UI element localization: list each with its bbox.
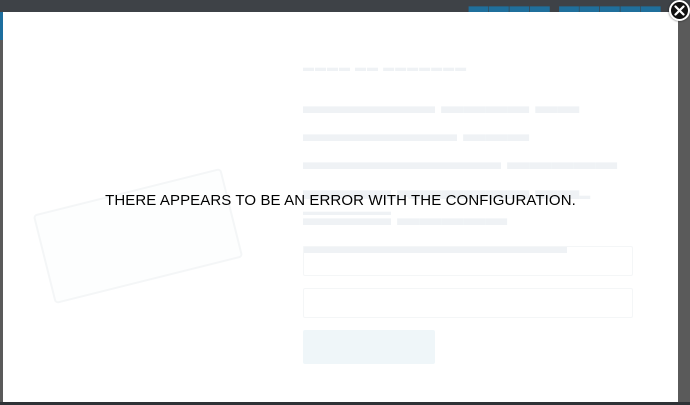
faded-submit-button xyxy=(303,330,435,364)
faded-product-image xyxy=(32,167,244,305)
faded-kicker: ▬▬▬▬ ▬▬ ▬▬▬▬▬▬▬ xyxy=(303,62,468,74)
error-message: THERE APPEARS TO BE AN ERROR WITH THE CO… xyxy=(105,192,576,209)
faded-name-field xyxy=(303,246,633,276)
faded-headline: ▬▬▬▬▬▬ ▬▬▬▬ ▬▬ ▬▬▬▬▬▬▬ ▬▬▬ ▬▬▬▬▬▬▬▬▬ ▬▬▬… xyxy=(303,93,618,258)
close-button[interactable] xyxy=(669,0,690,21)
underlying-page-header: ▂▂▂▂ ▂▂▂▂▂ xyxy=(0,0,690,14)
popup-modal: ▬▬▬▬ ▬▬ ▬▬▬▬▬▬▬ ▬▬▬▬▬▬ ▬▬▬▬ ▬▬ ▬▬▬▬▬▬▬ ▬… xyxy=(3,12,678,402)
close-icon xyxy=(674,5,685,16)
screen: ▂▂▂▂ ▂▂▂▂▂ ▬▬▬▬ ▬▬ ▬▬▬▬▬▬▬ ▬▬▬▬▬▬ ▬▬▬▬ ▬… xyxy=(0,0,690,405)
faded-email-field xyxy=(303,288,633,318)
